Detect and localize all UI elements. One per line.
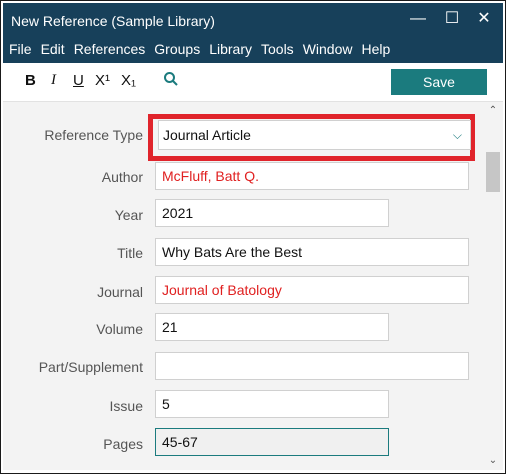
author-label: Author: [101, 169, 143, 185]
volume-field[interactable]: 21: [155, 313, 389, 341]
save-button[interactable]: Save: [391, 69, 487, 95]
menu-references[interactable]: References: [74, 41, 146, 61]
title-bar: New Reference (Sample Library) — ☐ ✕ Fil…: [3, 3, 503, 63]
reference-form: Reference Type Journal Article ⌵ Author …: [3, 102, 483, 470]
reference-type-label: Reference Type: [44, 127, 143, 143]
minimize-button[interactable]: —: [403, 7, 433, 31]
close-button[interactable]: ✕: [469, 7, 499, 31]
year-field[interactable]: 2021: [155, 199, 389, 227]
italic-button[interactable]: I: [51, 72, 56, 89]
pages-label: Pages: [103, 436, 143, 452]
journal-field[interactable]: Journal of Batology: [155, 276, 469, 304]
part-supplement-label: Part/Supplement: [38, 359, 143, 375]
menu-library[interactable]: Library: [209, 41, 252, 61]
menu-bar: File Edit References Groups Library Tool…: [9, 41, 390, 61]
year-label: Year: [114, 207, 143, 223]
menu-window[interactable]: Window: [303, 41, 353, 61]
volume-label: Volume: [96, 321, 143, 337]
search-icon[interactable]: [163, 71, 179, 91]
part-supplement-field[interactable]: [155, 352, 469, 380]
scroll-thumb[interactable]: [486, 152, 500, 192]
menu-help[interactable]: Help: [361, 41, 390, 61]
subscript-button[interactable]: X₁: [121, 72, 136, 89]
author-field[interactable]: McFluff, Batt Q.: [155, 162, 469, 190]
pages-field[interactable]: 45-67: [155, 428, 389, 456]
reference-type-value: Journal Article: [163, 127, 251, 143]
maximize-button[interactable]: ☐: [437, 7, 467, 31]
reference-window: New Reference (Sample Library) — ☐ ✕ Fil…: [0, 0, 506, 474]
superscript-button[interactable]: X¹: [95, 72, 110, 89]
journal-label: Journal: [97, 284, 143, 300]
bold-button[interactable]: B: [25, 72, 36, 89]
issue-label: Issue: [109, 398, 143, 414]
reference-type-select[interactable]: Journal Article ⌵: [158, 120, 471, 150]
scroll-up-icon[interactable]: ⌃: [487, 105, 499, 117]
issue-field[interactable]: 5: [155, 390, 389, 418]
underline-button[interactable]: U: [73, 72, 84, 89]
menu-groups[interactable]: Groups: [154, 41, 200, 61]
scroll-down-icon[interactable]: ⌄: [487, 455, 499, 467]
menu-edit[interactable]: Edit: [41, 41, 65, 61]
title-label: Title: [117, 245, 143, 261]
menu-file[interactable]: File: [9, 41, 32, 61]
title-field[interactable]: Why Bats Are the Best: [155, 238, 469, 266]
format-toolbar: B I U X¹ X₁ Save: [3, 63, 503, 102]
vertical-scrollbar[interactable]: ⌃ ⌄: [483, 102, 503, 470]
chevron-down-icon: ⌵: [452, 128, 462, 142]
menu-tools[interactable]: Tools: [261, 41, 294, 61]
window-title: New Reference (Sample Library): [11, 13, 215, 29]
